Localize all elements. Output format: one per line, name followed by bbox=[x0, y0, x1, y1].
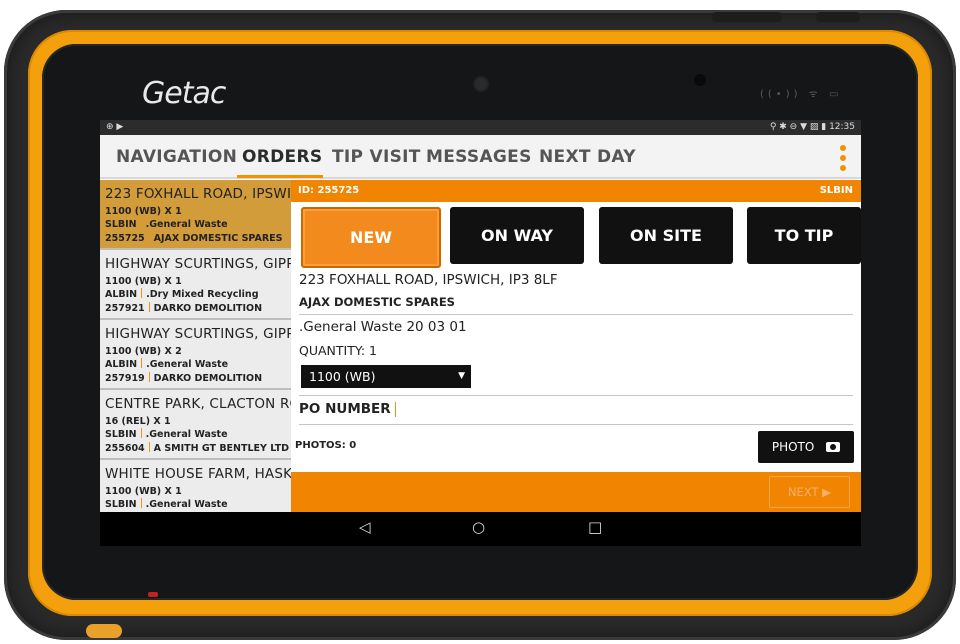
photo-button[interactable]: PHOTO bbox=[758, 431, 854, 463]
order-title: 223 FOXHALL ROAD, IPSWICH bbox=[105, 186, 291, 202]
site-address: 223 FOXHALL ROAD, IPSWICH, IP3 8LF bbox=[299, 272, 558, 288]
order-id-line: 255725 AJAX DOMESTIC SPARES bbox=[105, 232, 283, 244]
clock: 12:35 bbox=[829, 122, 855, 132]
container-selected-value: 1100 (WB) bbox=[309, 369, 376, 384]
detail-header: ID: 255725 SLBIN bbox=[291, 180, 861, 202]
port-indicator bbox=[148, 592, 158, 597]
bin-type-label: SLBIN bbox=[819, 185, 853, 196]
waste-description: .General Waste 20 03 01 bbox=[299, 319, 467, 335]
hardware-bottom-button[interactable] bbox=[86, 624, 122, 638]
light-sensor-icon bbox=[694, 74, 706, 86]
order-list-item[interactable]: HIGHWAY SCURTINGS, GIPPING 1100 (WB) X 1… bbox=[100, 250, 291, 320]
po-number-label: PO NUMBER bbox=[299, 401, 391, 417]
order-id-line: 257921 DARKO DEMOLITION bbox=[105, 302, 263, 314]
order-id-label: ID: 255725 bbox=[298, 185, 360, 196]
tab-messages[interactable]: MESSAGES bbox=[426, 147, 532, 167]
status-on-site-button[interactable]: ON SITE bbox=[599, 207, 733, 264]
orders-list[interactable]: 223 FOXHALL ROAD, IPSWICH 1100 (WB) X 1 … bbox=[100, 180, 291, 512]
tab-next-day[interactable]: NEXT DAY bbox=[539, 147, 636, 167]
dropdown-caret-icon: ▼ bbox=[458, 371, 465, 381]
tab-navigation[interactable]: NAVIGATION bbox=[116, 147, 237, 167]
order-id-line: 255604 A SMITH GT BENTLEY LTD bbox=[105, 442, 290, 454]
getac-logo: Getac bbox=[142, 76, 226, 111]
next-button[interactable]: NEXT ▶ bbox=[769, 476, 850, 508]
order-list-item[interactable]: CENTRE PARK, CLACTON ROAD 16 (REL) X 1 S… bbox=[100, 390, 291, 460]
order-id-line: 257919 DARKO DEMOLITION bbox=[105, 372, 263, 384]
order-title: CENTRE PARK, CLACTON ROAD bbox=[105, 396, 291, 412]
hardware-indicator-icons: ((•)) ᯤ ▭ bbox=[760, 89, 843, 100]
notification-icons: ⊕ ▶ bbox=[106, 122, 124, 132]
order-container: 1100 (WB) X 1 bbox=[105, 206, 182, 217]
home-icon[interactable]: ○ bbox=[472, 518, 485, 536]
po-number-input[interactable] bbox=[395, 402, 396, 417]
order-container: 1100 (WB) X 1 bbox=[105, 486, 182, 497]
order-list-item[interactable]: HIGHWAY SCURTINGS, GIPPING 1100 (WB) X 2… bbox=[100, 320, 291, 390]
order-title: HIGHWAY SCURTINGS, GIPPING bbox=[105, 326, 291, 342]
divider bbox=[299, 424, 853, 425]
order-container: 1100 (WB) X 2 bbox=[105, 346, 182, 357]
active-tab-indicator bbox=[237, 175, 323, 178]
tab-orders[interactable]: ORDERS bbox=[242, 147, 322, 167]
order-title: HIGHWAY SCURTINGS, GIPPING bbox=[105, 256, 291, 272]
order-type-line: ALBIN .Dry Mixed Recycling bbox=[105, 288, 259, 300]
system-status-icons: ⚲ ✱ ⊖ ▼ ▨ ▮ bbox=[769, 122, 827, 132]
order-list-item[interactable]: WHITE HOUSE FARM, HASKERTON 1100 (WB) X … bbox=[100, 460, 291, 512]
status-to-tip-button[interactable]: TO TIP bbox=[747, 207, 861, 264]
order-type-line: ALBIN .General Waste bbox=[105, 358, 229, 370]
order-detail-panel: ID: 255725 SLBIN NEW ON WAY ON SITE TO T… bbox=[291, 180, 861, 512]
container-select[interactable]: 1100 (WB) ▼ bbox=[301, 365, 471, 388]
divider bbox=[299, 314, 853, 315]
tab-tip-visit[interactable]: TIP VISIT bbox=[332, 147, 421, 167]
hardware-top-button-2[interactable] bbox=[816, 12, 860, 22]
front-camera-icon bbox=[475, 78, 487, 90]
back-icon[interactable]: ◁ bbox=[359, 518, 371, 536]
status-right: ⚲ ✱ ⊖ ▼ ▨ ▮ 12:35 bbox=[770, 120, 855, 135]
photos-count: PHOTOS: 0 bbox=[295, 440, 357, 451]
hardware-top-button[interactable] bbox=[712, 12, 782, 22]
order-type-line: SLBIN .General Waste bbox=[105, 498, 228, 510]
order-type-line: SLBIN .General Waste bbox=[105, 218, 228, 230]
order-container: 16 (REL) X 1 bbox=[105, 416, 171, 427]
order-list-item[interactable]: 223 FOXHALL ROAD, IPSWICH 1100 (WB) X 1 … bbox=[100, 180, 291, 250]
recents-icon[interactable]: □ bbox=[588, 518, 602, 536]
photo-button-label: PHOTO bbox=[771, 440, 815, 454]
order-type-line: SLBIN .General Waste bbox=[105, 428, 228, 440]
order-title: WHITE HOUSE FARM, HASKERTON bbox=[105, 466, 291, 482]
quantity-label: QUANTITY: 1 bbox=[299, 343, 377, 358]
overflow-menu-icon[interactable] bbox=[840, 145, 846, 171]
camera-icon bbox=[826, 442, 841, 452]
status-new-button[interactable]: NEW bbox=[301, 207, 441, 268]
android-nav-bar: ◁ ○ □ bbox=[100, 512, 861, 546]
android-status-bar: ⊕ ▶ ⚲ ✱ ⊖ ▼ ▨ ▮ 12:35 bbox=[100, 120, 861, 135]
order-container: 1100 (WB) X 1 bbox=[105, 276, 182, 287]
app-screen: ⊕ ▶ ⚲ ✱ ⊖ ▼ ▨ ▮ 12:35 NAVIGATION ORDERS … bbox=[100, 120, 861, 546]
divider bbox=[299, 395, 853, 396]
customer-name: AJAX DOMESTIC SPARES bbox=[299, 295, 455, 309]
detail-footer: NEXT ▶ bbox=[291, 472, 861, 512]
main-tab-bar: NAVIGATION ORDERS TIP VISIT MESSAGES NEX… bbox=[100, 135, 861, 179]
status-on-way-button[interactable]: ON WAY bbox=[450, 207, 584, 264]
